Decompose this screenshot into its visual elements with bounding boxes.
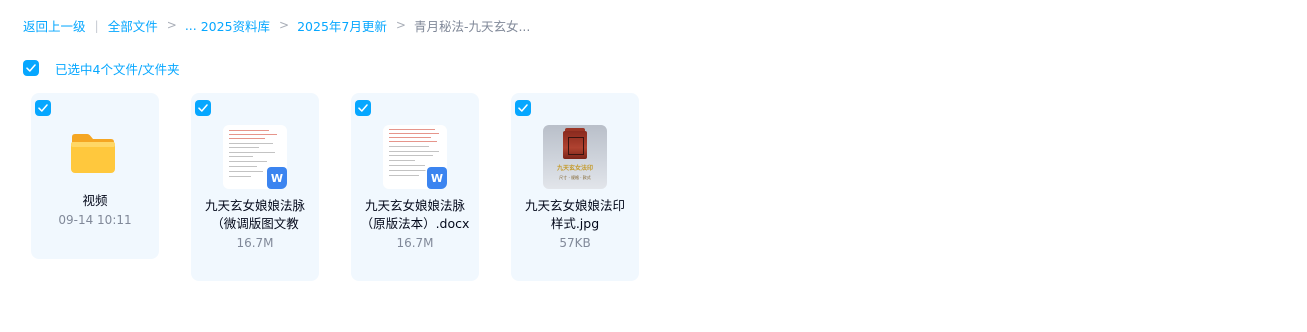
file-name: 视频: [82, 193, 108, 208]
breadcrumb-divider: |: [94, 17, 99, 33]
file-checkbox[interactable]: [515, 100, 531, 116]
file-meta: 57KB: [559, 236, 591, 250]
breadcrumb-all-files[interactable]: 全部文件: [108, 16, 158, 35]
file-name-line1: 九天玄女娘娘法脉: [204, 198, 305, 213]
file-name-line1: 九天玄女娘娘法印: [524, 198, 625, 213]
thumbnail-caption: 九天玄女法印: [556, 165, 593, 172]
breadcrumb-level2[interactable]: 2025年7月更新: [297, 16, 387, 35]
file-card-image[interactable]: 九天玄女法印 尺寸 · 规格 · 款式 九天玄女娘娘法印 样式.jpg 57KB: [511, 93, 639, 281]
image-thumbnail: 九天玄女法印 尺寸 · 规格 · 款式: [543, 125, 607, 189]
file-meta: 16.7M: [396, 236, 434, 250]
breadcrumb-separator: >: [279, 18, 290, 32]
check-icon: [38, 104, 48, 112]
document-thumbnail: W: [223, 125, 287, 189]
select-all-checkbox[interactable]: [23, 60, 39, 76]
selection-count-label: 已选中4个文件/文件夹: [55, 61, 180, 77]
check-icon: [358, 104, 368, 112]
breadcrumb-ellipsis[interactable]: ...: [185, 18, 197, 33]
check-icon: [518, 104, 528, 112]
back-link[interactable]: 返回上一级: [23, 16, 86, 35]
file-meta: 16.7M: [236, 236, 274, 250]
file-name-line2: （微调版图文教: [211, 216, 299, 231]
document-thumbnail: W: [383, 125, 447, 189]
word-doc-icon: W: [427, 167, 447, 189]
check-icon: [198, 104, 208, 112]
breadcrumb: 返回上一级 | 全部文件 > ... 2025资料库 > 2025年7月更新 >…: [23, 15, 530, 35]
file-checkbox[interactable]: [195, 100, 211, 116]
file-card-docx[interactable]: W 九天玄女娘娘法脉 （微调版图文教 16.7M: [191, 93, 319, 281]
thumbnail-subcaption: 尺寸 · 规格 · 款式: [559, 175, 591, 180]
file-card-folder[interactable]: 视频 09-14 10:11: [31, 93, 159, 259]
file-meta: 09-14 10:11: [58, 213, 132, 227]
breadcrumb-separator: >: [166, 18, 177, 32]
selection-bar: 已选中4个文件/文件夹: [23, 59, 180, 77]
check-icon: [26, 64, 36, 72]
file-name-line2: （原版法本）.docx: [360, 216, 470, 231]
breadcrumb-current: 青月秘法-九天玄女...: [413, 18, 531, 34]
file-name-line2: 样式.jpg: [550, 216, 600, 231]
file-checkbox[interactable]: [35, 100, 51, 116]
breadcrumb-separator: >: [395, 18, 406, 32]
breadcrumb-level1[interactable]: 2025资料库: [201, 16, 270, 35]
folder-icon: [69, 131, 121, 179]
word-doc-icon: W: [267, 167, 287, 189]
file-card-docx[interactable]: W 九天玄女娘娘法脉 （原版法本）.docx 16.7M: [351, 93, 479, 281]
file-name-line1: 九天玄女娘娘法脉: [364, 198, 465, 213]
file-checkbox[interactable]: [355, 100, 371, 116]
